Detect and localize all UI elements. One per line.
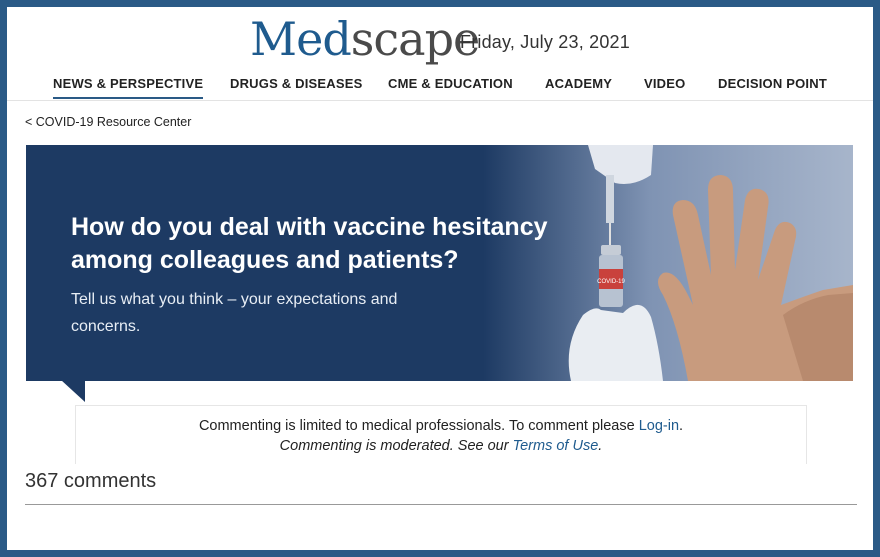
comments-divider bbox=[25, 504, 857, 505]
moderation-period: . bbox=[598, 438, 603, 454]
header-date: Friday, July 23, 2021 bbox=[460, 32, 630, 52]
survey-banner[interactable]: COVID-19 How do you deal with vaccine he… bbox=[26, 145, 853, 381]
nav-academy[interactable]: ACADEMY bbox=[545, 76, 612, 91]
logo-med: Med bbox=[250, 12, 352, 66]
nav-cme-education[interactable]: CME & EDUCATION bbox=[388, 76, 513, 91]
nav-video[interactable]: VIDEO bbox=[644, 76, 685, 91]
notice-line-1: Commenting is limited to medical profess… bbox=[76, 418, 806, 434]
main-nav: NEWS & PERSPECTIVE DRUGS & DISEASES CME … bbox=[7, 74, 873, 101]
notice-text: Commenting is limited to medical profess… bbox=[198, 418, 639, 434]
medscape-logo[interactable]: Medscape bbox=[250, 11, 480, 67]
terms-of-use-link[interactable]: Terms of Use bbox=[513, 438, 599, 454]
banner-subtitle: Tell us what you think – your expectatio… bbox=[71, 291, 398, 335]
banner-title: How do you deal with vaccine hesitancy a… bbox=[71, 213, 548, 274]
page-frame: Medscape Friday, July 23, 2021 NEWS & PE… bbox=[7, 7, 873, 550]
moderation-text: Commenting is moderated. See our bbox=[279, 438, 513, 454]
nav-drugs-diseases[interactable]: DRUGS & DISEASES bbox=[230, 76, 363, 91]
nav-decision-point[interactable]: DECISION POINT bbox=[718, 76, 827, 91]
comments-count: 367 comments bbox=[25, 470, 157, 492]
banner-pointer bbox=[61, 380, 85, 402]
login-link[interactable]: Log-in bbox=[639, 418, 679, 434]
covid-resource-center-link[interactable]: < COVID-19 Resource Center bbox=[25, 115, 191, 129]
vial-label: COVID-19 bbox=[597, 279, 625, 285]
comment-notice: Commenting is limited to medical profess… bbox=[75, 405, 807, 464]
notice-period: . bbox=[679, 418, 684, 434]
notice-line-2: Commenting is moderated. See our Terms o… bbox=[76, 438, 806, 454]
nav-news-perspective[interactable]: NEWS & PERSPECTIVE bbox=[53, 76, 204, 99]
